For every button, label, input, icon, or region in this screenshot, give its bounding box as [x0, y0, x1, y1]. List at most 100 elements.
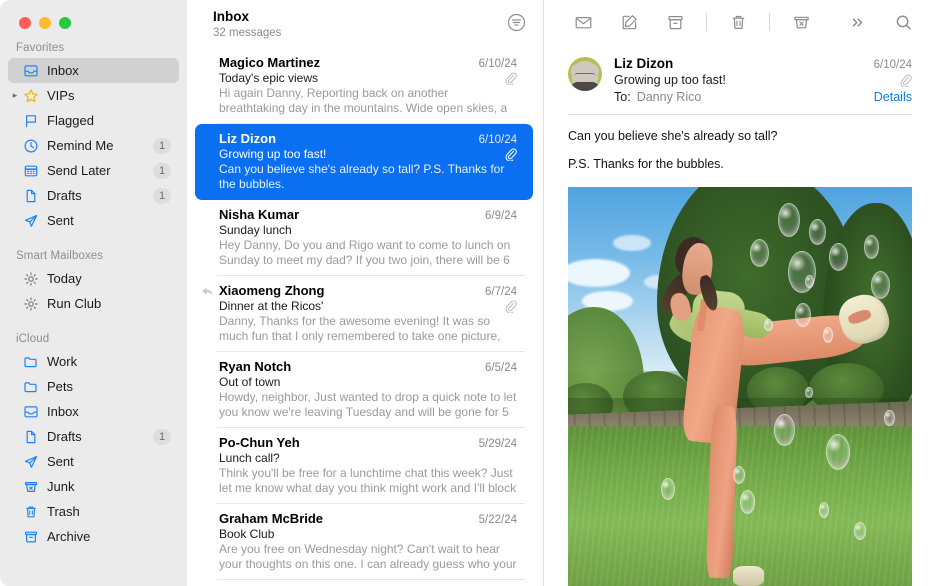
- sidebar-item-junk[interactable]: Junk: [8, 474, 179, 499]
- sidebar-item-work[interactable]: Work: [8, 349, 179, 374]
- sidebar-section-smart-mailboxes-label: Smart Mailboxes: [0, 233, 187, 266]
- more-button[interactable]: [842, 9, 872, 35]
- replied-arrow-icon: [201, 285, 214, 298]
- paper-plane-icon: [22, 212, 40, 230]
- sidebar-item-send-later[interactable]: Send Later 1: [8, 158, 179, 183]
- message-list[interactable]: Magico Martinez 6/10/24 Today's epic vie…: [187, 48, 543, 586]
- sidebar-item-pets[interactable]: Pets: [8, 374, 179, 399]
- flag-icon: [22, 112, 40, 130]
- sidebar-item-label: Today: [47, 271, 171, 286]
- message-body: Can you believe she's already so tall? P…: [544, 115, 932, 184]
- window-controls: [0, 0, 187, 42]
- filter-sort-icon: [507, 13, 526, 32]
- sidebar-item-label: Sent: [47, 454, 171, 469]
- message-subject: Book Club: [219, 527, 274, 541]
- recipient-name: Danny Rico: [637, 90, 702, 104]
- message-preview: Danny, Thanks for the awesome evening! I…: [219, 314, 517, 344]
- envelope-icon: [574, 13, 593, 32]
- mail-window: Favorites Inbox ▸ VIPs: [0, 0, 932, 586]
- message-list-pane: Inbox 32 messages Magico Martinez 6/10/2…: [187, 0, 543, 586]
- row-divider: [217, 579, 525, 580]
- toolbar-divider: [769, 13, 770, 31]
- sidebar-item-remind-me[interactable]: Remind Me 1: [8, 133, 179, 158]
- avatar: [568, 57, 602, 91]
- junk-button[interactable]: [786, 9, 816, 35]
- sidebar-item-drafts[interactable]: Drafts 1: [8, 183, 179, 208]
- sidebar-item-vips[interactable]: ▸ VIPs: [8, 83, 179, 108]
- message-subject: Today's epic views: [219, 71, 318, 85]
- sidebar-item-icloud-drafts[interactable]: Drafts 1: [8, 424, 179, 449]
- message-subject: Sunday lunch: [219, 223, 292, 237]
- sidebar-item-label: VIPs: [47, 88, 171, 103]
- sidebar-item-icloud-sent[interactable]: Sent: [8, 449, 179, 474]
- paperclip-icon: [504, 72, 517, 85]
- message-row-ryan-notch[interactable]: Ryan Notch 6/5/24 Out of town Howdy, nei…: [195, 352, 533, 428]
- archive-icon: [22, 528, 40, 546]
- sidebar-item-archive[interactable]: Archive: [8, 524, 179, 549]
- message-row-magico-martinez[interactable]: Magico Martinez 6/10/24 Today's epic vie…: [195, 48, 533, 124]
- minimize-window-button[interactable]: [39, 17, 51, 29]
- trash-icon: [22, 503, 40, 521]
- paperclip-icon[interactable]: [899, 74, 912, 87]
- message-row-graham-mcbride[interactable]: Graham McBride 5/22/24 Book Club Are you…: [195, 504, 533, 580]
- filter-sort-button[interactable]: [505, 11, 527, 33]
- trash-icon: [729, 13, 748, 32]
- search-icon: [894, 13, 913, 32]
- mark-unread-button[interactable]: [568, 9, 598, 35]
- zoom-window-button[interactable]: [59, 17, 71, 29]
- message-subject: Lunch call?: [219, 451, 280, 465]
- message-preview: Are you free on Wednesday night? Can't w…: [219, 542, 517, 572]
- message-preview: Hey Danny, Do you and Rigo want to come …: [219, 238, 517, 268]
- sidebar-item-icloud-inbox[interactable]: Inbox: [8, 399, 179, 424]
- compose-icon: [620, 13, 639, 32]
- sidebar-item-label: Run Club: [47, 296, 171, 311]
- clock-icon: [22, 137, 40, 155]
- message-date: 5/29/24: [471, 438, 517, 450]
- folder-icon: [22, 378, 40, 396]
- unread-badge: 1: [153, 188, 171, 204]
- sidebar-item-label: Drafts: [47, 188, 153, 203]
- sidebar-item-trash[interactable]: Trash: [8, 499, 179, 524]
- unread-badge: 1: [153, 163, 171, 179]
- junk-icon: [792, 13, 811, 32]
- message-row-po-chun-yeh[interactable]: Po-Chun Yeh 5/29/24 Lunch call? Think yo…: [195, 428, 533, 504]
- sidebar-item-run-club[interactable]: Run Club: [8, 291, 179, 316]
- message-date: 6/9/24: [477, 210, 517, 222]
- archive-button[interactable]: [660, 9, 690, 35]
- chevron-right-icon[interactable]: ▸: [10, 91, 20, 101]
- message-sender: Liz Dizon: [219, 131, 276, 146]
- inbox-tray-icon: [22, 403, 40, 421]
- message-list-header: Inbox 32 messages: [187, 0, 543, 48]
- search-button[interactable]: [888, 9, 918, 35]
- sidebar-item-sent[interactable]: Sent: [8, 208, 179, 233]
- compose-button[interactable]: [614, 9, 644, 35]
- message-sender: Graham McBride: [219, 511, 323, 526]
- message-sender: Liz Dizon: [614, 56, 673, 71]
- sidebar-item-today[interactable]: Today: [8, 266, 179, 291]
- message-subject: Out of town: [219, 375, 280, 389]
- to-label: To:: [614, 90, 631, 104]
- gear-icon: [22, 270, 40, 288]
- message-row-liz-dizon[interactable]: Liz Dizon 6/10/24 Growing up too fast! C…: [195, 124, 533, 200]
- mailbox-title: Inbox: [213, 9, 281, 25]
- photo-attachment[interactable]: [568, 187, 912, 586]
- message-date: 5/22/24: [471, 514, 517, 526]
- details-link[interactable]: Details: [874, 90, 912, 104]
- delete-button[interactable]: [723, 9, 753, 35]
- gear-icon: [22, 295, 40, 313]
- sidebar-item-flagged[interactable]: Flagged: [8, 108, 179, 133]
- message-sender: Nisha Kumar: [219, 207, 299, 222]
- message-row-nisha-kumar[interactable]: Nisha Kumar 6/9/24 Sunday lunch Hey Dann…: [195, 200, 533, 276]
- sidebar-item-inbox[interactable]: Inbox: [8, 58, 179, 83]
- message-date: 6/10/24: [471, 134, 517, 146]
- sidebar-item-label: Flagged: [47, 113, 171, 128]
- message-subject: Dinner at the Ricos': [219, 299, 323, 313]
- chevron-double-right-icon: [848, 13, 867, 32]
- close-window-button[interactable]: [19, 17, 31, 29]
- reading-toolbar: [544, 0, 932, 44]
- document-icon: [22, 187, 40, 205]
- body-paragraph: P.S. Thanks for the bubbles.: [568, 156, 912, 173]
- body-paragraph: Can you believe she's already so tall?: [568, 128, 912, 145]
- message-row-xiaomeng-zhong[interactable]: Xiaomeng Zhong 6/7/24 Dinner at the Rico…: [195, 276, 533, 352]
- sidebar-section-favorites-label: Favorites: [0, 42, 187, 58]
